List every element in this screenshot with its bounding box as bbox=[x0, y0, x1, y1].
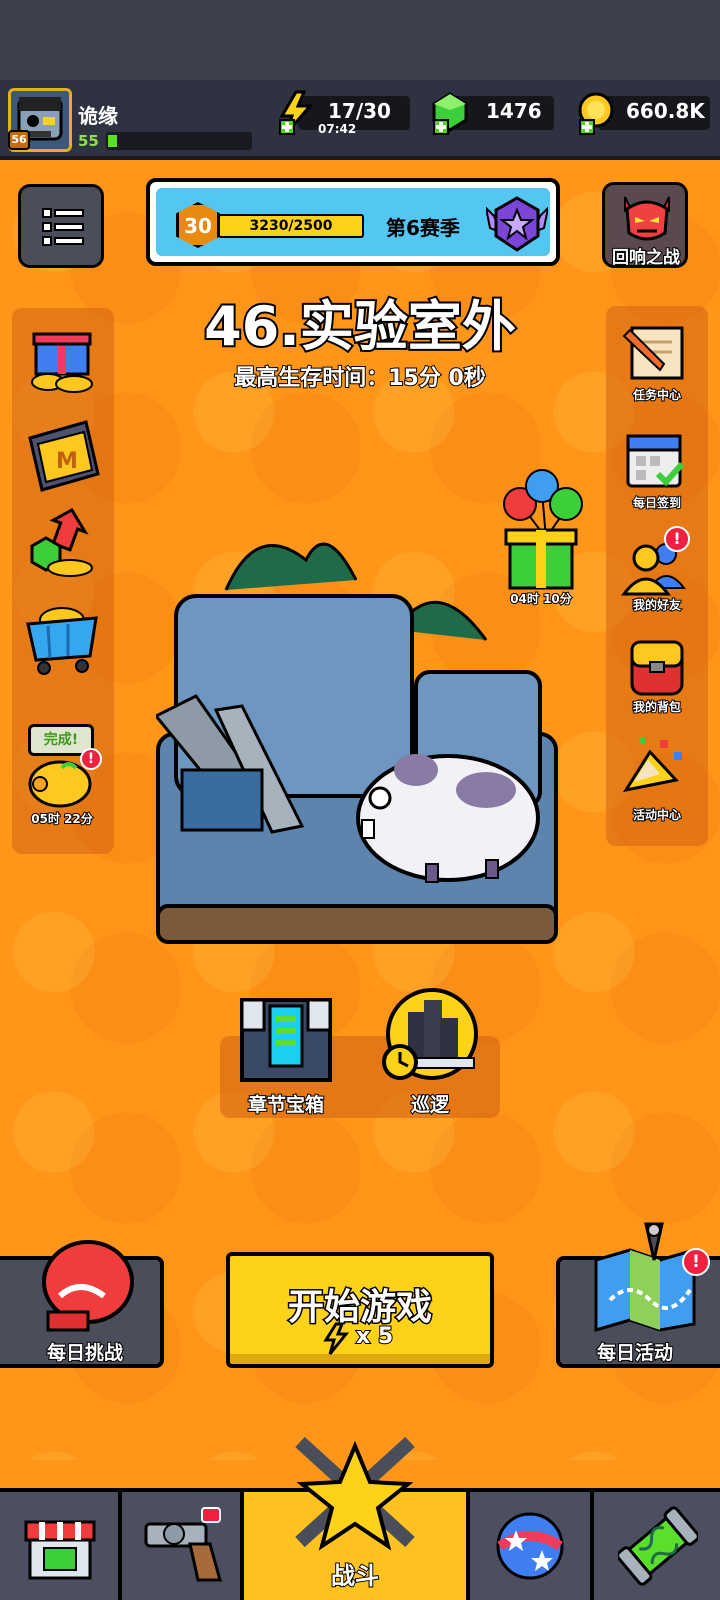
monthly-card-icon: M bbox=[28, 420, 100, 492]
shop-cart-button[interactable] bbox=[22, 598, 102, 678]
right-menu-label: 我的好友 bbox=[632, 597, 682, 613]
daily-signin-button[interactable]: 每日签到 bbox=[610, 428, 704, 518]
gem-growth-button[interactable] bbox=[24, 502, 102, 580]
demon-face-icon bbox=[624, 196, 670, 241]
season-title: 第6赛季 bbox=[386, 216, 460, 240]
backpack-button[interactable]: 我的背包 bbox=[610, 634, 704, 724]
start-game-label: 开始游戏 bbox=[286, 1286, 433, 1330]
season-rank-badge-icon bbox=[486, 196, 548, 252]
shop-icon bbox=[24, 1520, 96, 1580]
chapter-chest-label: 章节宝箱 bbox=[247, 1093, 325, 1117]
boxing-glove-icon bbox=[42, 1240, 134, 1332]
gem-plus-icon bbox=[432, 92, 468, 135]
start-game-cost: x 5 bbox=[355, 1323, 394, 1350]
backpack-icon bbox=[630, 640, 684, 696]
patrol-button[interactable]: 巡逻 bbox=[370, 986, 490, 1120]
scroll-pencil-icon bbox=[622, 326, 684, 380]
patrol-city-icon bbox=[382, 988, 478, 1080]
piggy-timer: 05时 22分 bbox=[30, 811, 94, 827]
nav-tab-shop[interactable] bbox=[0, 1492, 122, 1600]
status-bar-area bbox=[0, 0, 720, 80]
treasure-map-icon bbox=[594, 1222, 696, 1332]
echo-battle-label: 回响之战 bbox=[611, 247, 681, 269]
right-menu-label: 活动中心 bbox=[632, 807, 682, 823]
gem-value: 1476 bbox=[486, 99, 542, 123]
piggy-alert-badge: ! bbox=[80, 748, 102, 770]
daily-activity-button[interactable]: ! 每日活动 bbox=[556, 1222, 720, 1368]
daily-challenge-button[interactable]: 每日挑战 bbox=[0, 1240, 164, 1368]
gem-resource[interactable]: 1476 bbox=[430, 90, 554, 138]
season-progress-bar: 3230/2500 bbox=[218, 214, 364, 238]
task-center-button[interactable]: 任务中心 bbox=[610, 320, 704, 410]
player-level: 55 bbox=[78, 132, 99, 150]
friends-alert-badge: ! bbox=[664, 526, 690, 552]
chest-icon bbox=[240, 998, 332, 1082]
party-popper-icon bbox=[622, 738, 682, 793]
start-game-button[interactable]: 开始游戏 x 5 bbox=[226, 1252, 494, 1368]
xp-bar-fill bbox=[108, 135, 117, 147]
nav-tab-gene[interactable] bbox=[594, 1492, 720, 1600]
right-menu-label: 我的背包 bbox=[632, 699, 682, 715]
event-center-button[interactable]: 活动中心 bbox=[610, 734, 704, 834]
piggy-bank-button[interactable]: 完成! ! 05时 22分 bbox=[20, 724, 110, 832]
season-level-hex: 30 bbox=[176, 202, 220, 248]
monthly-card-button[interactable]: M bbox=[24, 418, 104, 494]
weapon-icon bbox=[144, 1507, 222, 1582]
gift-coins-icon bbox=[31, 332, 93, 393]
daily-activity-label: 每日活动 bbox=[596, 1341, 674, 1365]
right-menu-label: 每日签到 bbox=[632, 495, 682, 511]
gem-growth-icon bbox=[30, 507, 93, 577]
talent-ball-icon bbox=[496, 1512, 564, 1580]
nav-tab-weapon[interactable] bbox=[122, 1492, 244, 1600]
nav-tab-talent[interactable] bbox=[470, 1492, 594, 1600]
season-pass-banner[interactable]: 30 3230/2500 第6赛季 bbox=[146, 178, 560, 266]
gene-capsule-icon bbox=[618, 1506, 698, 1586]
energy-value: 17/30 bbox=[328, 99, 391, 123]
nav-battle-label: 战斗 bbox=[330, 1561, 380, 1591]
chapter-chest-button[interactable]: 章节宝箱 bbox=[226, 990, 346, 1120]
right-menu-label: 任务中心 bbox=[632, 387, 682, 403]
battle-star-icon bbox=[295, 1436, 415, 1551]
lightning-icon bbox=[323, 1322, 350, 1355]
friends-button[interactable]: ! 我的好友 bbox=[610, 526, 704, 626]
list-menu-icon bbox=[42, 208, 84, 246]
player-name: 诡缘 bbox=[78, 104, 118, 128]
energy-timer: 07:42 bbox=[318, 122, 357, 136]
nav-tab-battle[interactable]: 战斗 bbox=[244, 1436, 470, 1600]
calendar-check-icon bbox=[626, 434, 685, 488]
xp-bar bbox=[106, 132, 252, 150]
coin-resource[interactable]: 660.8K bbox=[576, 90, 710, 138]
patrol-label: 巡逻 bbox=[410, 1093, 450, 1117]
daily-activity-alert-badge: ! bbox=[682, 1248, 710, 1276]
stage-scene[interactable] bbox=[153, 520, 562, 960]
daily-challenge-label: 每日挑战 bbox=[46, 1341, 124, 1365]
echo-battle-button[interactable]: 回响之战 bbox=[602, 182, 688, 269]
energy-resource[interactable]: 17/30 07:42 bbox=[276, 90, 410, 138]
avatar-level-badge: 56 bbox=[8, 130, 30, 150]
svg-text:M: M bbox=[56, 449, 78, 474]
coin-plus-icon bbox=[578, 92, 614, 135]
shop-cart-icon bbox=[26, 607, 98, 675]
gift-coins-button[interactable] bbox=[24, 324, 102, 394]
coin-value: 660.8K bbox=[626, 99, 705, 123]
lightning-plus-icon bbox=[279, 90, 314, 135]
menu-button[interactable] bbox=[18, 184, 104, 268]
lab-scene-illustration bbox=[153, 542, 558, 944]
